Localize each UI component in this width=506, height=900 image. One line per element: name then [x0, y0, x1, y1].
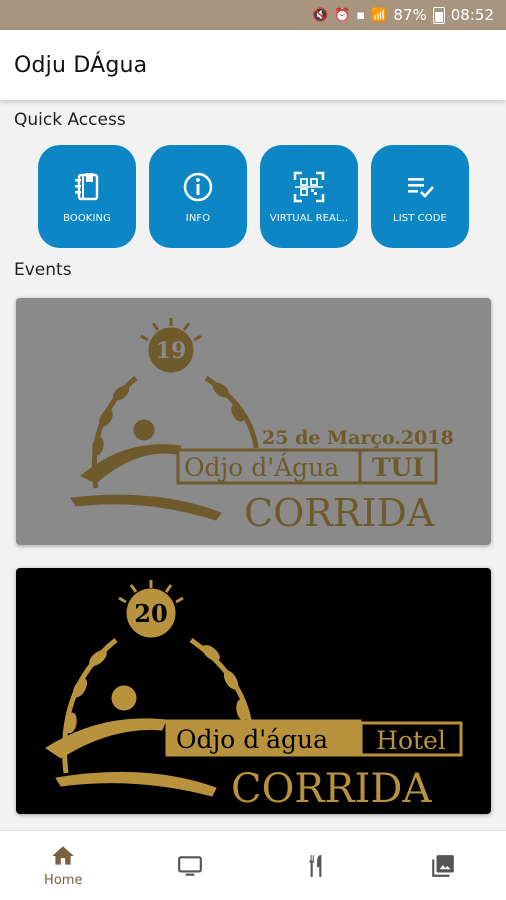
- info-icon: [183, 172, 213, 201]
- quick-access-heading: Quick Access: [14, 110, 126, 130]
- booking-book-icon: [75, 172, 99, 200]
- battery-percent: 87%: [393, 6, 427, 24]
- restaurant-icon: [309, 854, 322, 877]
- bottom-navigation: Home: [0, 830, 506, 900]
- nav-home[interactable]: Home: [0, 831, 127, 900]
- tv-icon: [177, 855, 202, 876]
- events-heading: Events: [14, 260, 72, 280]
- event-card[interactable]: 20 Odjo d'água Hotel CORRIDA: [16, 568, 491, 814]
- list-check-icon: [408, 177, 434, 198]
- virtual-reality-button[interactable]: VIRTUAL REAL..: [260, 145, 358, 248]
- info-button[interactable]: INFO: [149, 145, 247, 248]
- event-poster-20: 20 Odjo d'água Hotel CORRIDA: [16, 568, 491, 814]
- event-card[interactable]: 19 25 de Março.2018 Odjo d'Água TUI CORR…: [16, 298, 491, 545]
- nav-restaurant[interactable]: [253, 831, 380, 900]
- status-bar: 🔇 ⏰ ▪ 📶 87% 08:52: [0, 0, 506, 30]
- alarm-icon: ⏰: [334, 7, 351, 23]
- nav-tv[interactable]: [127, 831, 254, 900]
- gallery-icon: [431, 854, 454, 877]
- event-name: CORRIDA: [231, 766, 433, 812]
- app-bar: Odju DÁgua: [0, 30, 506, 100]
- quick-access-row: BOOKING INFO VIRTUAL REAL.. LIST CODE: [38, 145, 469, 248]
- event-name: CORRIDA: [244, 491, 435, 535]
- event-badge-number: 19: [156, 338, 187, 364]
- event-brand: Odjo d'Água: [184, 453, 339, 482]
- signal-icon: 📶: [371, 7, 388, 23]
- mute-icon: 🔇: [312, 7, 329, 23]
- notification-icon: ▪: [356, 7, 366, 23]
- qr-scan-icon: [293, 171, 325, 202]
- event-tag: Hotel: [376, 726, 446, 755]
- nav-gallery[interactable]: [380, 831, 506, 900]
- booking-button[interactable]: BOOKING: [38, 145, 136, 248]
- app-title: Odju DÁgua: [14, 52, 148, 78]
- clock: 08:52: [450, 6, 494, 24]
- info-label: INFO: [185, 212, 211, 224]
- event-badge-number: 20: [134, 599, 167, 628]
- list-code-button[interactable]: LIST CODE: [371, 145, 469, 248]
- event-brand: Odjo d'água: [176, 725, 328, 754]
- event-tag: TUI: [372, 453, 424, 482]
- list-code-label: LIST CODE: [393, 212, 447, 224]
- event-poster-19: 19 25 de Março.2018 Odjo d'Água TUI CORR…: [16, 298, 491, 545]
- virtual-reality-label: VIRTUAL REAL..: [269, 212, 349, 224]
- nav-home-label: Home: [44, 873, 83, 888]
- event-date: 25 de Março.2018: [262, 427, 454, 449]
- battery-icon: [432, 6, 445, 24]
- booking-label: BOOKING: [63, 212, 111, 224]
- home-icon: [52, 846, 75, 865]
